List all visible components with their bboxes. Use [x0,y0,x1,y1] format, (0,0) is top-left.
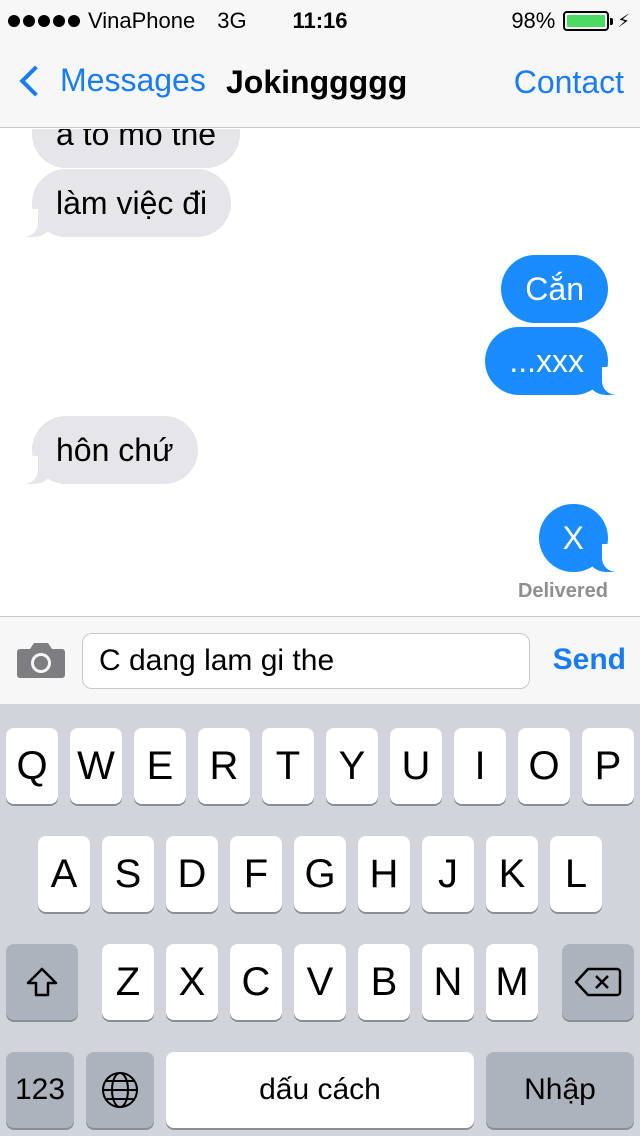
key-h[interactable]: H [358,836,410,912]
key-v[interactable]: V [294,944,346,1020]
key-g[interactable]: G [294,836,346,912]
camera-icon[interactable] [16,641,66,679]
key-r[interactable]: R [198,728,250,804]
battery-icon [563,11,614,31]
key-a[interactable]: A [38,836,90,912]
message-bubble-incoming[interactable]: làm việc đi [17,169,232,237]
return-key[interactable]: Nhập [486,1052,634,1128]
message-thread[interactable]: a to mo the làm việc đi Cắn ...xxx hôn c… [0,129,640,616]
globe-key[interactable] [86,1052,154,1128]
key-s[interactable]: S [102,836,154,912]
contact-button[interactable]: Contact [514,64,624,101]
key-p[interactable]: P [582,728,634,804]
key-e[interactable]: E [134,728,186,804]
message-text: X [562,520,584,556]
key-x[interactable]: X [166,944,218,1020]
message-bubble-incoming[interactable]: hôn chứ [18,416,198,484]
chevron-left-icon [19,64,51,97]
shift-icon [26,967,58,997]
key-l[interactable]: L [550,836,602,912]
message-bubble-outgoing[interactable]: X [538,504,623,572]
key-c[interactable]: C [230,944,282,1020]
key-n[interactable]: N [422,944,474,1020]
key-f[interactable]: F [230,836,282,912]
message-text: làm việc đi [56,185,208,221]
key-u[interactable]: U [390,728,442,804]
delete-key[interactable] [562,944,634,1020]
message-bubble-outgoing[interactable]: ...xxx [485,327,622,395]
status-right: 98% ⚡ [511,8,630,34]
key-z[interactable]: Z [102,944,154,1020]
message-text: Cắn [525,271,584,307]
key-j[interactable]: J [422,836,474,912]
key-q[interactable]: Q [6,728,58,804]
battery-percent: 98% [511,8,556,33]
navigation-bar: Messages Jokinggggg Contact [0,40,640,128]
key-m[interactable]: M [486,944,538,1020]
message-input[interactable] [82,633,530,689]
numbers-key[interactable]: 123 [6,1052,74,1128]
status-bar: VinaPhone 3G 11:16 98% ⚡ [0,0,640,40]
message-bubble-outgoing[interactable]: Cắn [501,255,608,323]
shift-key[interactable] [6,944,78,1020]
key-i[interactable]: I [454,728,506,804]
message-text: a to mo the [56,129,217,152]
key-b[interactable]: B [358,944,410,1020]
battery-level-fill [567,15,605,27]
message-bubble-incoming[interactable]: a to mo the [32,129,241,168]
conversation-title: Jokinggggg [226,64,408,100]
key-d[interactable]: D [166,836,218,912]
message-text: hôn chứ [56,432,174,468]
charging-icon: ⚡ [617,10,630,31]
back-label: Messages [60,62,206,98]
key-y[interactable]: Y [326,728,378,804]
space-key[interactable]: dấu cách [166,1052,474,1128]
backspace-icon [574,967,622,997]
key-t[interactable]: T [262,728,314,804]
keyboard: Q W E R T Y U I O P A S D F G H J K L Z … [0,704,640,1136]
key-o[interactable]: O [518,728,570,804]
message-text: ...xxx [509,343,584,379]
key-k[interactable]: K [486,836,538,912]
send-button[interactable]: Send [553,643,626,677]
message-input-bar: Send [0,616,640,704]
delivered-status: Delivered [517,580,608,602]
globe-icon [102,1072,138,1108]
back-button[interactable]: Messages [14,62,206,99]
key-w[interactable]: W [70,728,122,804]
